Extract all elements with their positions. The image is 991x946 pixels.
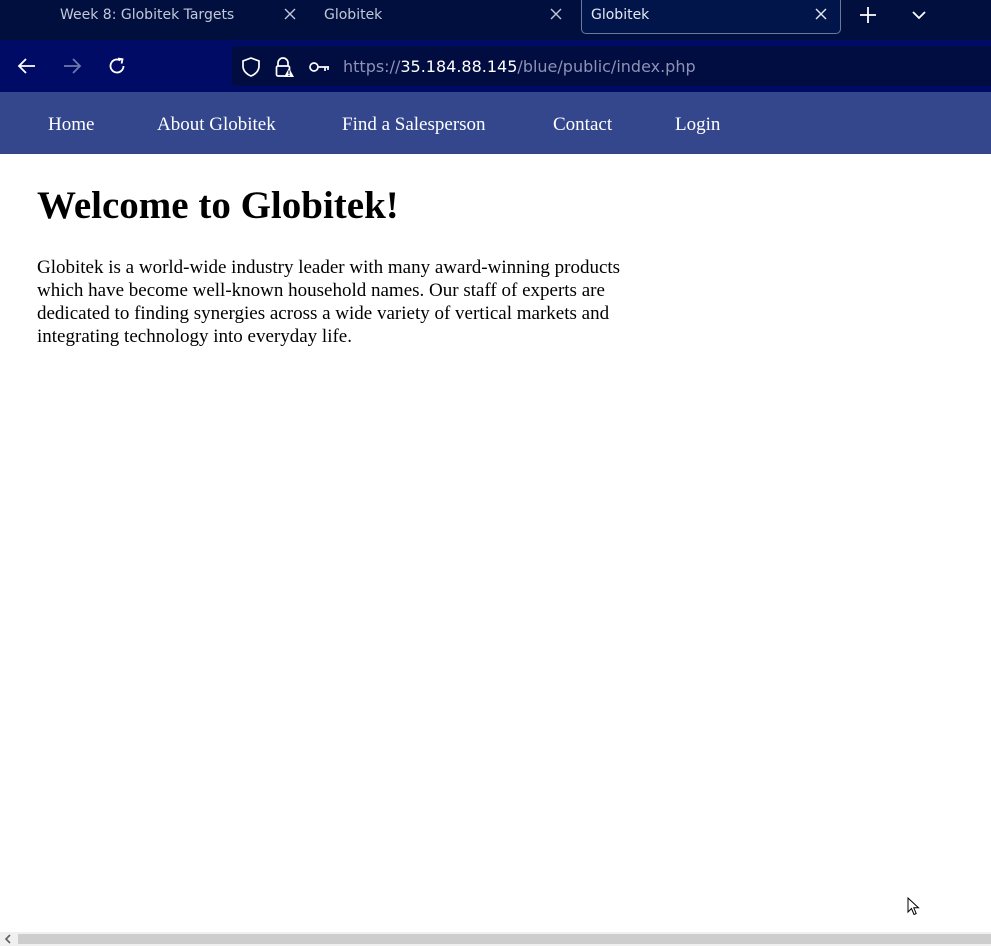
mouse-cursor-icon [907,897,920,916]
nav-link-about[interactable]: About Globitek [157,114,276,136]
arrow-right-icon [64,58,82,74]
site-nav: Home About Globitek Find a Salesperson C… [0,92,991,154]
tab-week8[interactable]: Week 8: Globitek Targets [0,0,312,34]
tab-globitek-active[interactable]: Globitek [581,0,841,34]
chevron-down-icon [912,11,926,20]
list-tabs-button[interactable] [907,4,931,26]
reload-button[interactable] [105,54,129,78]
url-bar[interactable]: https://35.184.88.145/blue/public/index.… [232,46,991,86]
tab-bar: Week 8: Globitek Targets Globitek Globit… [0,0,991,40]
intro-paragraph: Globitek is a world-wide industry leader… [37,257,621,347]
shield-icon[interactable] [240,56,262,78]
url-path: /blue/public/index.php [517,57,696,76]
url-text[interactable]: https://35.184.88.145/blue/public/index.… [343,57,696,76]
close-tab-icon[interactable] [283,7,297,21]
nav-link-login[interactable]: Login [675,114,720,136]
arrow-left-icon [17,58,35,74]
back-button[interactable] [15,54,39,78]
url-scheme: https:// [343,57,401,76]
page-title: Welcome to Globitek! [37,184,399,227]
nav-link-home[interactable]: Home [48,114,94,136]
chevron-left-icon [4,934,11,944]
reload-icon [109,57,125,74]
plus-icon [860,7,876,23]
nav-link-find-salesperson[interactable]: Find a Salesperson [342,114,486,136]
forward-button[interactable] [60,54,84,78]
nav-link-contact[interactable]: Contact [553,114,612,136]
close-tab-icon[interactable] [814,7,828,21]
key-icon[interactable] [308,56,330,78]
tab-title: Globitek [591,7,650,23]
tab-title: Globitek [324,7,383,23]
new-tab-button[interactable] [856,4,880,26]
browser-toolbar: https://35.184.88.145/blue/public/index.… [0,40,991,92]
insecure-lock-icon[interactable] [273,56,295,78]
tab-globitek-1[interactable]: Globitek [312,0,580,34]
close-tab-icon[interactable] [549,7,563,21]
scrollbar-thumb[interactable] [18,934,991,944]
url-host: 35.184.88.145 [400,57,518,76]
scroll-left-button[interactable] [0,932,16,946]
horizontal-scrollbar[interactable] [0,932,991,946]
main-content: Welcome to Globitek! Globitek is a world… [37,154,677,348]
tab-title: Week 8: Globitek Targets [60,7,235,23]
